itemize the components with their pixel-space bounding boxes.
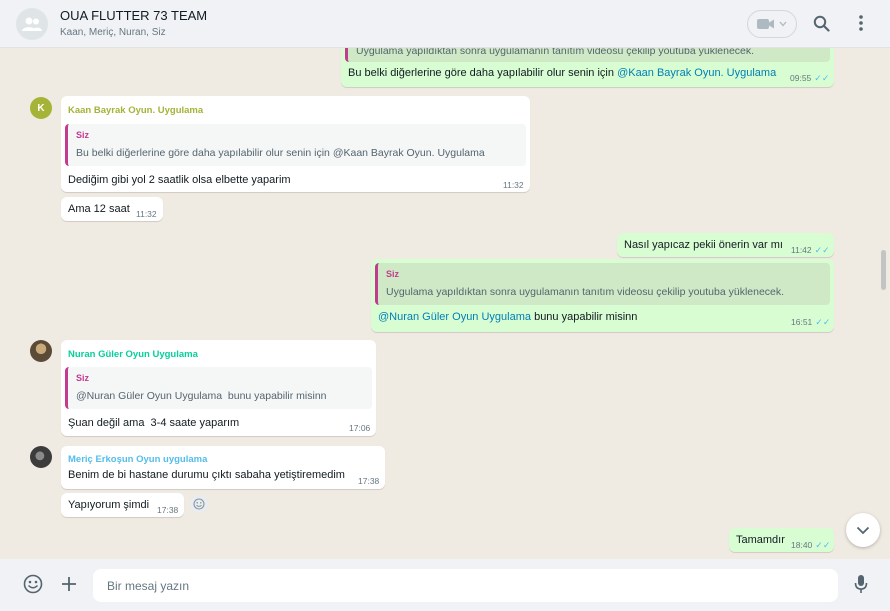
- double-check-icon: ✓✓: [815, 317, 831, 327]
- attach-button[interactable]: [58, 573, 80, 595]
- message-incoming[interactable]: Nuran Güler Oyun Uygulama Siz @Nuran Gül…: [61, 340, 376, 436]
- double-check-icon: ✓✓: [814, 73, 830, 83]
- chat-header[interactable]: OUA FLUTTER 73 TEAM Kaan, Meriç, Nuran, …: [0, 0, 890, 48]
- message-time: 17:38: [157, 505, 179, 515]
- microphone-icon: [854, 575, 868, 593]
- chevron-down-icon: [779, 21, 787, 27]
- mention-link[interactable]: @Nuran Güler Oyun Uygulama: [378, 311, 531, 323]
- message-time: 11:32: [503, 180, 524, 190]
- message-outgoing[interactable]: Siz Uygulama yapıldıktan sonra uygulaman…: [371, 259, 834, 332]
- quoted-text: Uygulama yapıldıktan sonra uygulamanın t…: [386, 286, 785, 298]
- message-incoming[interactable]: Ama 12 saat 11:32: [61, 197, 163, 221]
- message-incoming[interactable]: Kaan Bayrak Oyun. Uygulama Siz Bu belki …: [61, 96, 530, 192]
- message-time: 17:06: [349, 423, 371, 433]
- voice-message-button[interactable]: [850, 573, 872, 595]
- emoji-button[interactable]: [22, 573, 44, 595]
- scrollbar[interactable]: [880, 48, 888, 559]
- message-time: 16:51 ✓✓: [791, 317, 831, 327]
- message-text: Şuan değil ama 3-4 saate yaparım: [68, 417, 240, 429]
- sender-name[interactable]: Kaan Bayrak Oyun. Uygulama: [68, 105, 203, 116]
- message-time: 17:38: [358, 476, 380, 486]
- group-icon: [22, 17, 42, 31]
- message-text: Tamamdır: [736, 534, 785, 546]
- sender-name[interactable]: Nuran Güler Oyun Uygulama: [68, 349, 198, 360]
- message-text: Dediğim gibi yol 2 saatlik olsa elbette …: [68, 174, 291, 186]
- emoji-icon: [193, 498, 205, 510]
- message-time: 11:32: [136, 209, 157, 219]
- message-text: Bu belki diğerlerine göre daha yapılabil…: [348, 67, 777, 79]
- plus-icon: [62, 577, 76, 591]
- avatar[interactable]: [30, 340, 52, 362]
- video-call-button[interactable]: [747, 10, 797, 38]
- avatar[interactable]: [30, 446, 52, 468]
- quoted-sender: Siz: [76, 130, 90, 140]
- chevron-down-icon: [856, 526, 870, 534]
- quoted-text: Bu belki diğerlerine göre daha yapılabil…: [76, 147, 485, 159]
- more-vertical-icon: [859, 15, 863, 31]
- quoted-text: Uygulama yapıldıktan sonra uygulamanın t…: [356, 48, 755, 57]
- message-list[interactable]: Uygulama yapıldıktan sonra uygulamanın t…: [0, 48, 890, 559]
- chat-participants: Kaan, Meriç, Nuran, Siz: [60, 27, 166, 38]
- message-incoming[interactable]: Meriç Erkoşun Oyun uygulama Benim de bi …: [61, 446, 385, 489]
- message-time: 18:40 ✓✓: [791, 540, 831, 550]
- react-button[interactable]: [190, 495, 208, 513]
- quoted-text: @Nuran Güler Oyun Uygulama bunu yapabili…: [76, 390, 327, 402]
- chat-title[interactable]: OUA FLUTTER 73 TEAM: [60, 8, 207, 23]
- double-check-icon: ✓✓: [815, 540, 831, 550]
- group-avatar[interactable]: [16, 8, 48, 40]
- message-time: 09:55 ✓✓: [790, 73, 830, 83]
- search-icon: [813, 15, 830, 32]
- message-text: @Nuran Güler Oyun Uygulama bunu yapabili…: [378, 311, 638, 323]
- quoted-message[interactable]: Siz @Nuran Güler Oyun Uygulama bunu yapa…: [65, 367, 372, 409]
- quoted-message[interactable]: Siz Bu belki diğerlerine göre daha yapıl…: [65, 124, 526, 166]
- quoted-message[interactable]: Uygulama yapıldıktan sonra uygulamanın t…: [345, 48, 830, 62]
- message-text: Benim de bi hastane durumu çıktı sabaha …: [68, 469, 345, 481]
- mention-link[interactable]: @Kaan Bayrak Oyun. Uygulama: [617, 67, 776, 79]
- video-camera-icon: [757, 19, 774, 29]
- scrollbar-thumb[interactable]: [881, 250, 886, 290]
- message-outgoing[interactable]: Uygulama yapıldıktan sonra uygulamanın t…: [341, 48, 834, 87]
- quoted-sender: Siz: [386, 269, 400, 279]
- message-time: 11:42 ✓✓: [791, 245, 830, 255]
- sender-name[interactable]: Meriç Erkoşun Oyun uygulama: [68, 454, 207, 465]
- menu-button[interactable]: [850, 12, 872, 34]
- message-incoming[interactable]: Yapıyorum şimdi 17:38: [61, 493, 184, 517]
- quoted-message[interactable]: Siz Uygulama yapıldıktan sonra uygulaman…: [375, 263, 830, 305]
- message-outgoing[interactable]: Nasıl yapıcaz pekii önerin var mı 11:42 ✓…: [617, 233, 834, 257]
- double-check-icon: ✓✓: [814, 245, 830, 255]
- message-text: Yapıyorum şimdi: [68, 499, 150, 511]
- message-outgoing[interactable]: Tamamdır 18:40 ✓✓: [729, 528, 834, 552]
- message-input[interactable]: [93, 569, 838, 602]
- quoted-sender: Siz: [76, 373, 90, 383]
- emoji-icon: [23, 574, 43, 594]
- composer-bar: [0, 559, 890, 611]
- message-text: Nasıl yapıcaz pekii önerin var mı: [624, 239, 783, 251]
- message-text: Ama 12 saat: [68, 203, 130, 215]
- scroll-to-bottom-button[interactable]: [846, 513, 880, 547]
- avatar[interactable]: K: [30, 97, 52, 119]
- search-button[interactable]: [810, 12, 832, 34]
